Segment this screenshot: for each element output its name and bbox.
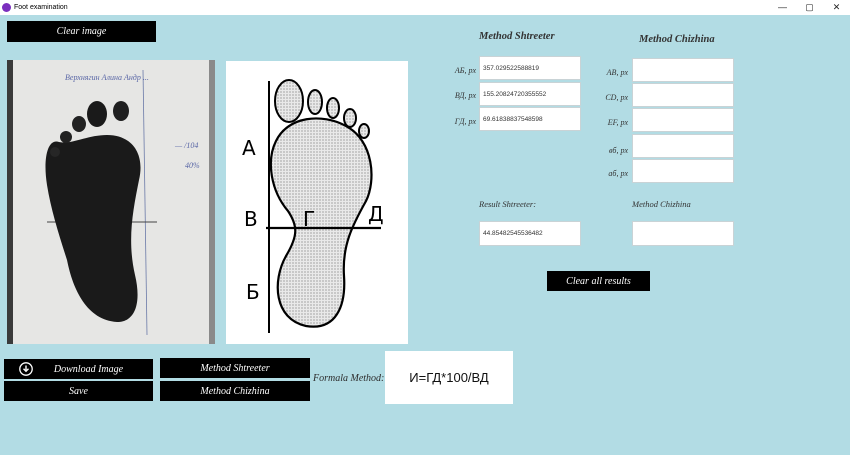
clear-all-results-label: Clear all results [566, 275, 631, 287]
method-chizhina-label: Method Chizhina [200, 385, 270, 397]
app-icon [2, 3, 11, 12]
diagram-label-b: Б [246, 280, 260, 304]
chizhina-field-vb[interactable] [632, 134, 734, 158]
shtreeter-title: Method Shtreeter [479, 31, 555, 42]
foot-photo-image: Верхнягин Алина Андр ... — /104 40% [7, 60, 215, 344]
chizhina-title: Method Chizhina [639, 34, 715, 45]
chizhina-field-ab-lower[interactable] [632, 159, 734, 183]
restore-icon[interactable]: ▢ [796, 0, 823, 15]
clear-image-button[interactable]: Clear image [7, 21, 156, 42]
chizhina-field-cd[interactable] [632, 83, 734, 107]
foot-diagram-image: А В Г Д Б [242, 79, 384, 333]
diagram-label-d: Д [368, 202, 384, 226]
shtreeter-field-ab[interactable]: 357.029522588819 [479, 56, 581, 80]
save-button[interactable]: Save [4, 381, 153, 401]
svg-text:40%: 40% [185, 161, 200, 170]
chizhina-result-field[interactable] [632, 221, 734, 246]
chizhina-label-vb: вб, px [609, 146, 628, 155]
shtreeter-result-field[interactable]: 44.85482545536482 [479, 221, 581, 246]
shtreeter-label-gd: ГД, px [454, 117, 476, 126]
svg-text:— /104: — /104 [174, 141, 198, 150]
chizhina-label-cd: CD, px [605, 93, 628, 102]
window-controls: — ▢ ✕ [769, 0, 850, 15]
chizhina-result-label: Method Chizhina [632, 199, 691, 209]
clear-image-label: Clear image [56, 26, 107, 37]
save-label: Save [69, 385, 88, 397]
chizhina-field-ef[interactable] [632, 108, 734, 132]
method-shtreeter-button[interactable]: Method Shtreeter [160, 358, 310, 378]
minimize-icon[interactable]: — [769, 0, 796, 15]
chizhina-label-ab-lower: аб, px [608, 169, 628, 178]
diagram-label-g: Г [303, 207, 315, 231]
diagram-label-v: В [244, 207, 258, 231]
chizhina-label-ef: EF, px [607, 118, 628, 127]
photo-handwriting: Верхнягин Алина Андр ... [65, 73, 149, 82]
foot-diagram: А В Г Д Б [226, 61, 408, 344]
shtreeter-field-gd[interactable]: 69.61838837548598 [479, 107, 581, 131]
formula-label: Formala Method: [313, 373, 385, 384]
shtreeter-label-ab: АБ, px [454, 66, 476, 75]
method-shtreeter-label: Method Shtreeter [200, 362, 270, 374]
method-chizhina-button[interactable]: Method Chizhina [160, 381, 310, 401]
formula-display: И=ГД*100/ВД [385, 351, 513, 404]
chizhina-label-ab: AB, px [606, 68, 628, 77]
window-title: Foot examination [14, 4, 68, 11]
shtreeter-field-vd[interactable]: 155.20824720355552 [479, 82, 581, 106]
close-icon[interactable]: ✕ [823, 0, 850, 15]
download-image-label: Download Image [53, 363, 124, 375]
clear-all-results-button[interactable]: Clear all results [547, 271, 650, 291]
diagram-label-a: А [242, 136, 256, 160]
download-image-button[interactable]: Download Image [4, 359, 153, 379]
download-icon [19, 362, 33, 376]
formula-value: И=ГД*100/ВД [409, 370, 489, 385]
title-bar: Foot examination — ▢ ✕ [0, 0, 850, 15]
shtreeter-result-label: Result Shtreeter: [479, 199, 537, 209]
foot-photo: Верхнягин Алина Андр ... — /104 40% [7, 60, 215, 344]
chizhina-field-ab[interactable] [632, 58, 734, 82]
shtreeter-label-vd: ВД, px [454, 91, 476, 100]
